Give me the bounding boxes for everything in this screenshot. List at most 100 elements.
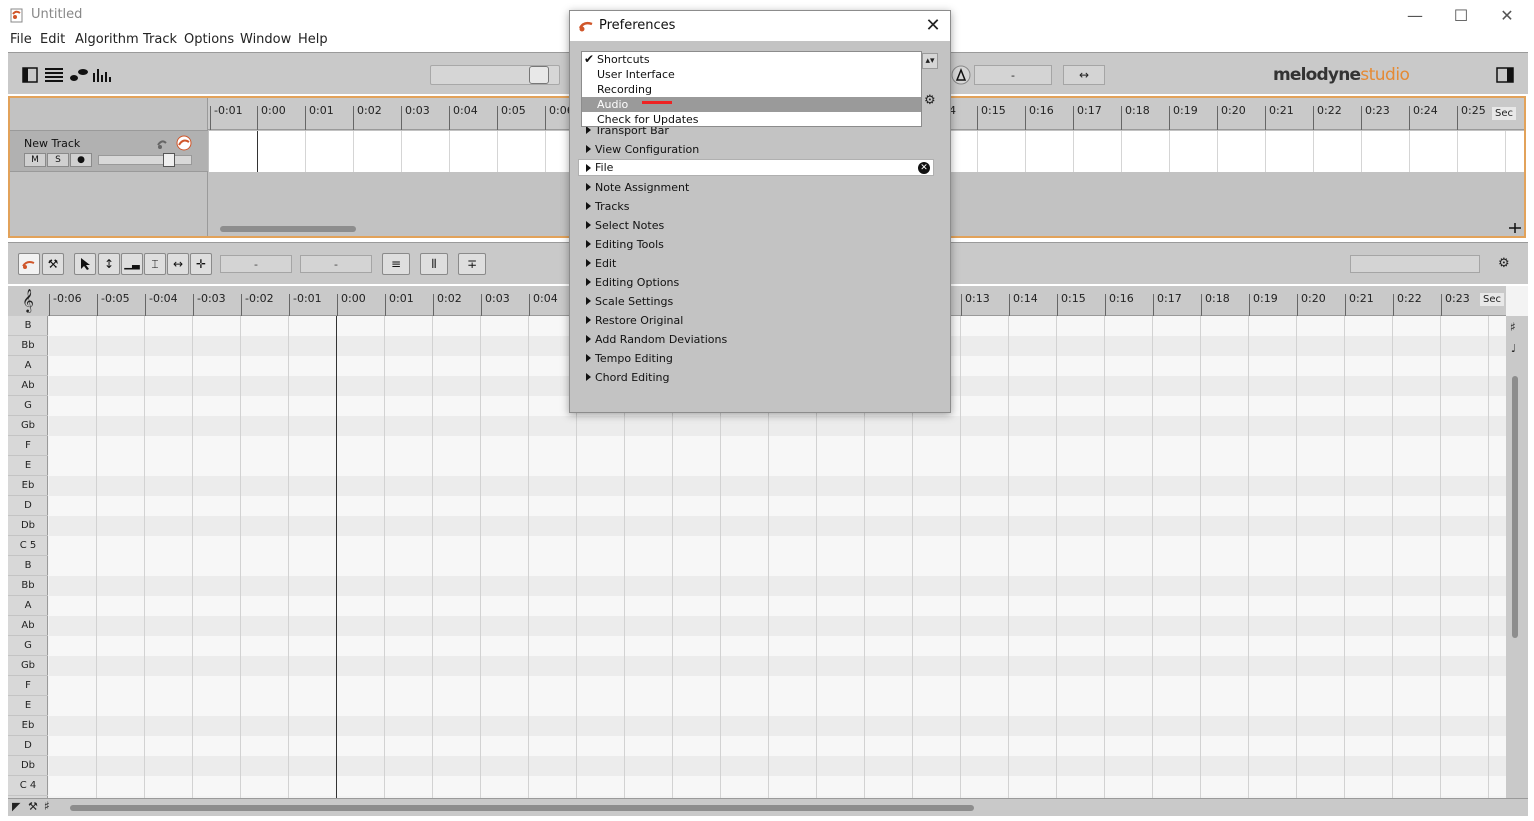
treble-clef-icon[interactable]: 𝄞 (22, 288, 34, 312)
close-button[interactable]: ✕ (1484, 0, 1530, 30)
menu-help[interactable]: Help (298, 32, 328, 47)
section-edit[interactable]: Edit (585, 256, 616, 272)
section-scale-settings[interactable]: Scale Settings (585, 294, 673, 310)
section-tempo-editing[interactable]: Tempo Editing (585, 351, 673, 367)
preferences-close-button[interactable]: ✕ (922, 14, 944, 36)
pitch-tool-button[interactable]: ↕ (98, 253, 120, 275)
dropdown-arrow-icon[interactable]: ▴▾ (922, 53, 938, 69)
track-name[interactable]: New Track (24, 137, 80, 150)
grid-row (49, 636, 1506, 656)
snap-button[interactable]: ↔ (1063, 65, 1105, 85)
metronome-icon[interactable] (951, 65, 971, 85)
track-header[interactable]: New Track M S ● (10, 130, 208, 172)
menu-window[interactable]: Window (240, 32, 291, 47)
grid-row (49, 696, 1506, 716)
sharp-icon[interactable]: ♯ (1510, 320, 1516, 334)
record-button[interactable]: ● (70, 153, 92, 167)
editor-horizontal-scrollbar[interactable] (70, 805, 974, 811)
section-note-assignment[interactable]: Note Assignment (585, 180, 689, 196)
track-volume-slider[interactable] (98, 153, 192, 167)
pointer-small-icon[interactable]: ◤ (12, 800, 20, 813)
pointer-tool-button[interactable] (74, 253, 96, 275)
move-icon: ✛ (195, 257, 207, 271)
section-editing-tools[interactable]: Editing Tools (585, 237, 664, 253)
move-tool-button[interactable]: ✛ (190, 253, 212, 275)
zoom-slider[interactable] (430, 65, 560, 85)
grid-small-icon[interactable]: ♯ (44, 799, 50, 813)
quantize-time-button[interactable]: ⦀ (420, 253, 448, 275)
editor-playhead[interactable] (336, 316, 337, 798)
section-restore-original[interactable]: Restore Original (585, 313, 683, 329)
display-options[interactable] (1350, 255, 1480, 273)
grid-row (49, 716, 1506, 736)
arrangement-unit-button[interactable]: Sec (1492, 107, 1516, 120)
panel-left-icon[interactable] (22, 67, 38, 83)
preferences-category-dropdown[interactable]: ✔ Shortcuts User Interface Recording Audi… (581, 51, 922, 127)
section-tracks[interactable]: Tracks (585, 199, 630, 215)
grid-row (49, 416, 1506, 436)
section-editing-options[interactable]: Editing Options (585, 275, 679, 291)
wrench-tool-button[interactable]: ⚒ (42, 253, 64, 275)
quantize-pitch-button[interactable]: ≡ (382, 253, 410, 275)
section-file-row[interactable]: File ✕ (578, 159, 934, 176)
time-tool-button[interactable]: ↔ (167, 253, 189, 275)
grid-line (1361, 131, 1362, 172)
editor-field-2[interactable]: - (300, 255, 372, 273)
dropdown-item-audio[interactable]: Audio (582, 97, 921, 112)
minimize-button[interactable]: — (1392, 0, 1438, 30)
spectrum-icon[interactable] (92, 67, 112, 83)
dropdown-item-recording[interactable]: Recording (582, 82, 921, 97)
blobs-icon[interactable] (69, 67, 89, 83)
dropdown-item-user-interface[interactable]: User Interface (582, 67, 921, 82)
note-label: C 4 (8, 776, 48, 796)
center-pitch-button[interactable]: ∓ (458, 253, 486, 275)
zoom-slider-knob[interactable] (529, 66, 549, 84)
grid-line (1440, 316, 1441, 798)
preferences-title: Preferences (599, 18, 676, 33)
note-label: Gb (8, 656, 48, 676)
ruler-label: 0:17 (1073, 104, 1102, 130)
grid-row (49, 776, 1506, 796)
clear-search-icon[interactable]: ✕ (918, 162, 930, 174)
editor-vertical-thumb[interactable] (1512, 376, 1518, 638)
section-add-random-deviations[interactable]: Add Random Deviations (585, 332, 727, 348)
ruler-label: 0:22 (1313, 104, 1342, 130)
menu-algorithm[interactable]: Algorithm (75, 32, 139, 47)
panel-right-icon[interactable] (1496, 67, 1514, 83)
track-instrument-icon[interactable] (156, 135, 192, 151)
zoom-fit-icon[interactable] (1508, 222, 1522, 234)
scale-icon[interactable]: ♩ (1511, 342, 1516, 355)
quantize-pitch-icon: ≡ (390, 257, 402, 271)
track-volume-knob[interactable] (163, 153, 175, 167)
playhead[interactable] (257, 131, 258, 172)
dropdown-item-shortcuts[interactable]: ✔ Shortcuts (582, 52, 921, 67)
dropdown-item-check-for-updates[interactable]: Check for Updates (582, 112, 921, 127)
wrench-small-icon[interactable]: ⚒ (28, 800, 38, 813)
arrangement-scrollbar[interactable] (220, 226, 356, 232)
menu-track[interactable]: Track (143, 32, 177, 47)
formant-tool-button[interactable]: ⌶ (144, 253, 166, 275)
menu-options[interactable]: Options (184, 32, 234, 47)
grid-line (1296, 316, 1297, 798)
editor-field-1[interactable]: - (220, 255, 292, 273)
annotation-underline (642, 101, 672, 104)
grid-line (1313, 131, 1314, 172)
solo-button[interactable]: S (47, 153, 69, 167)
section-chord-editing[interactable]: Chord Editing (585, 370, 670, 386)
note-tool-button[interactable] (18, 253, 40, 275)
editor-unit-button[interactable]: Sec (1480, 293, 1504, 306)
tracks-list-icon[interactable] (44, 67, 64, 83)
maximize-button[interactable]: ☐ (1438, 0, 1484, 30)
editor-gear-icon[interactable]: ⚙ (1498, 256, 1510, 271)
amplitude-tool-button[interactable]: ▁▃ (121, 253, 143, 275)
tempo-field[interactable]: - (974, 65, 1052, 85)
menu-file[interactable]: File (10, 32, 32, 47)
section-view-configuration[interactable]: View Configuration (585, 142, 699, 158)
grid-line (1121, 131, 1122, 172)
section-select-notes[interactable]: Select Notes (585, 218, 664, 234)
mute-button[interactable]: M (24, 153, 46, 167)
preferences-gear-icon[interactable]: ⚙ (924, 93, 936, 108)
brand-edition: studio (1360, 65, 1410, 85)
menu-edit[interactable]: Edit (40, 32, 65, 47)
note-label: G (8, 636, 48, 656)
